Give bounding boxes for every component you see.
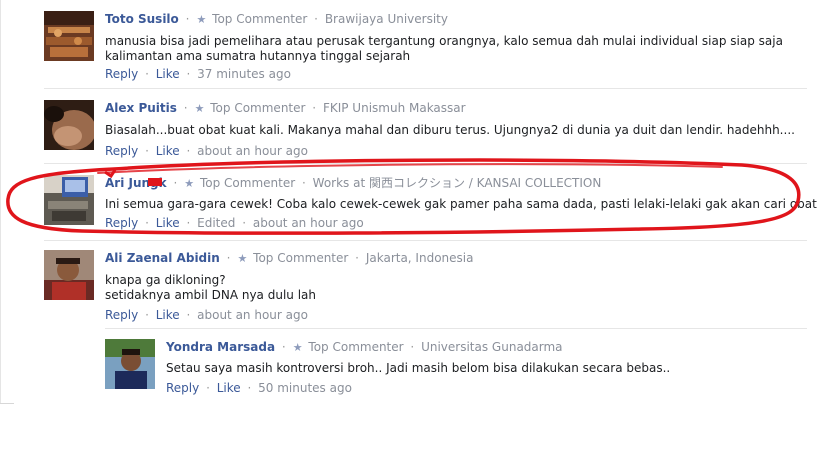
- star-icon: ★: [292, 341, 303, 354]
- separator-dot: ·: [312, 101, 317, 115]
- author-affiliation[interactable]: Jakarta, Indonesia: [366, 251, 474, 265]
- avatar-image: [44, 100, 94, 150]
- separator-dot: ·: [281, 340, 286, 354]
- star-icon: ★: [237, 252, 248, 265]
- avatar-image: [105, 339, 155, 389]
- avatar[interactable]: [44, 100, 94, 150]
- star-icon: ★: [194, 102, 205, 115]
- author-name[interactable]: Yondra Marsada: [166, 340, 275, 354]
- avatar[interactable]: [44, 250, 94, 300]
- comment-text: manusia bisa jadi pemelihara atau perusa…: [105, 34, 783, 63]
- separator-dot: ·: [145, 308, 149, 322]
- avatar[interactable]: [44, 11, 94, 61]
- comment-divider: [44, 88, 807, 89]
- star-icon: ★: [196, 13, 207, 26]
- separator-dot: ·: [226, 251, 231, 265]
- comment-header: Ali Zaenal Abidin · ★ Top Commenter · Jak…: [105, 250, 805, 267]
- comment-text-line: knapa ga dikloning?: [105, 273, 226, 287]
- separator-dot: ·: [186, 308, 191, 322]
- separator-dot: ·: [183, 101, 188, 115]
- like-link[interactable]: Like: [217, 381, 241, 395]
- author-affiliation[interactable]: FKIP Unismuh Makassar: [323, 101, 466, 115]
- comment-text: Biasalah...buat obat kuat kali. Makanya …: [105, 123, 795, 137]
- avatar-image: [44, 11, 94, 61]
- highlight-annotation: [6, 158, 801, 235]
- badge-label: Top Commenter: [308, 340, 404, 354]
- separator-dot: ·: [314, 12, 318, 26]
- panel-bottom-edge: [0, 403, 14, 404]
- comment-text: Setau saya masih kontroversi broh.. Jadi…: [166, 361, 671, 375]
- comment-header: Alex Puitis · ★ Top Commenter · FKIP Unis…: [105, 100, 805, 117]
- author-name[interactable]: Toto Susilo: [105, 12, 179, 26]
- separator-dot: ·: [410, 340, 415, 354]
- badge-label: Top Commenter: [212, 12, 308, 26]
- comment-time[interactable]: 37 minutes ago: [197, 67, 291, 81]
- like-link[interactable]: Like: [156, 67, 180, 81]
- separator-dot: ·: [355, 251, 359, 265]
- comment-actions: Reply · Like · 37 minutes ago: [105, 66, 805, 82]
- comment-text-line: setidaknya ambil DNA nya dulu lah: [105, 288, 316, 302]
- reply-link[interactable]: Reply: [105, 67, 138, 81]
- author-name[interactable]: Alex Puitis: [105, 101, 177, 115]
- badge-label: Top Commenter: [253, 251, 349, 265]
- separator-dot: ·: [247, 381, 252, 395]
- separator-dot: ·: [185, 12, 190, 26]
- avatar-image: [44, 250, 94, 300]
- comment-header: Toto Susilo · ★ Top Commenter · Brawijaya…: [105, 11, 805, 28]
- author-affiliation[interactable]: Brawijaya University: [325, 12, 448, 26]
- comment-actions: Reply · Like · about an hour ago: [105, 307, 805, 323]
- author-affiliation[interactable]: Universitas Gunadarma: [421, 340, 562, 354]
- reply-divider: [105, 328, 807, 329]
- separator-dot: ·: [206, 381, 210, 395]
- comment-divider: [44, 240, 807, 241]
- separator-dot: ·: [186, 67, 191, 81]
- reply-link[interactable]: Reply: [105, 308, 138, 322]
- comment-time[interactable]: 50 minutes ago: [258, 381, 352, 395]
- comment-header: Yondra Marsada · ★ Top Commenter · Univer…: [166, 339, 796, 356]
- badge-label: Top Commenter: [210, 101, 306, 115]
- avatar[interactable]: [105, 339, 155, 389]
- comment-actions: Reply · Like · 50 minutes ago: [166, 380, 796, 396]
- reply-link[interactable]: Reply: [166, 381, 199, 395]
- author-name[interactable]: Ali Zaenal Abidin: [105, 251, 220, 265]
- separator-dot: ·: [145, 67, 149, 81]
- like-link[interactable]: Like: [156, 308, 180, 322]
- comment-time[interactable]: about an hour ago: [197, 308, 308, 322]
